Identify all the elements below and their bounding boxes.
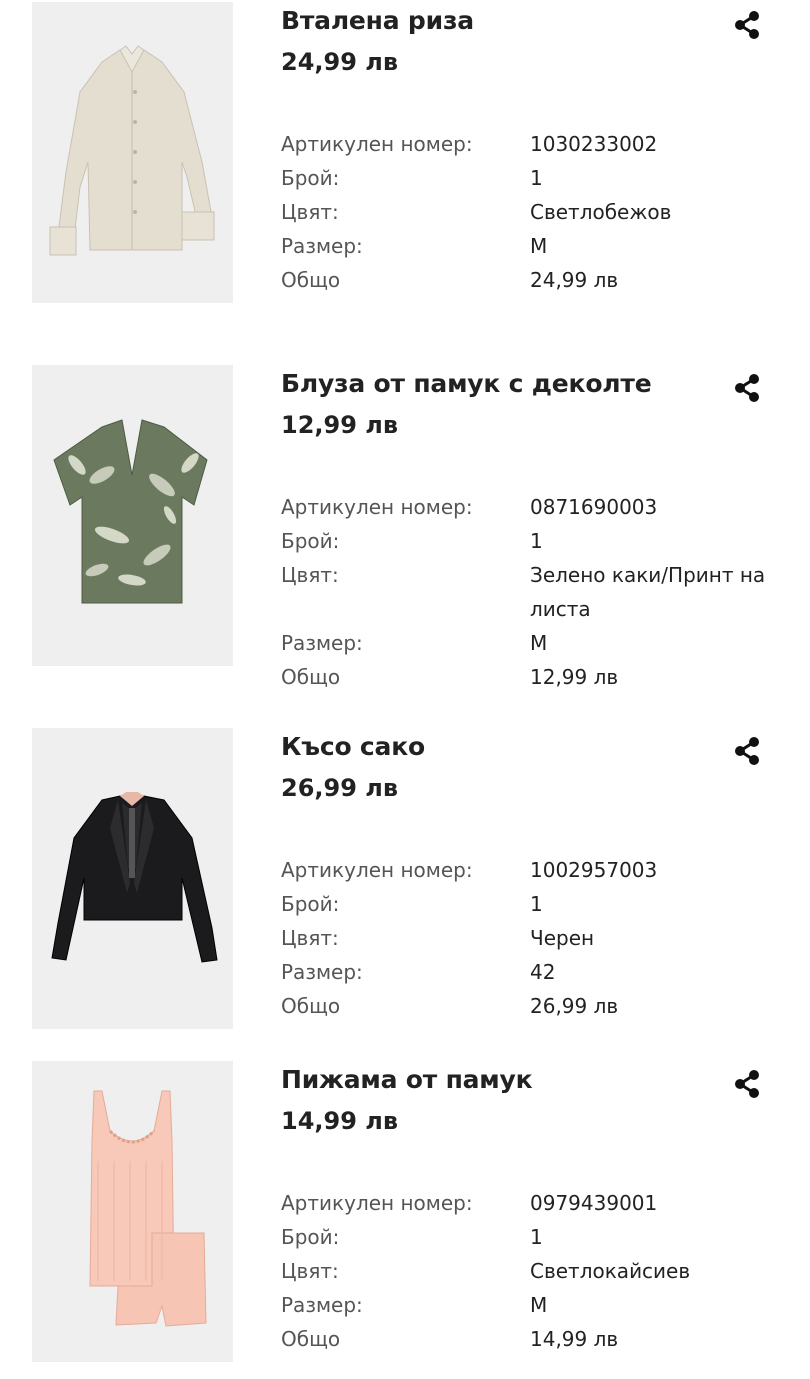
- product-image-cropped-blazer[interactable]: [32, 728, 233, 1029]
- detail-row-total: Общо 26,99 лв: [281, 994, 781, 1029]
- pyjama-illustration: [32, 1061, 233, 1362]
- label-color: Цвят:: [281, 926, 339, 950]
- value-quantity: 1: [530, 892, 543, 916]
- product-image-cotton-pyjamas[interactable]: [32, 1061, 233, 1362]
- product-title[interactable]: Блуза от памук с деколте: [281, 369, 652, 398]
- product-details: Артикулен номер: 1030233002 Брой: 1 Цвят…: [281, 132, 781, 303]
- label-total: Общо: [281, 1327, 341, 1351]
- label-total: Общо: [281, 268, 341, 292]
- value-size: M: [530, 1293, 548, 1317]
- label-size: Размер:: [281, 631, 363, 655]
- share-button[interactable]: [731, 735, 763, 767]
- value-size: 42: [530, 960, 556, 984]
- share-icon: [735, 1070, 759, 1098]
- value-article-number: 0871690003: [530, 495, 658, 519]
- blouse-illustration: [32, 365, 233, 666]
- value-quantity: 1: [530, 166, 543, 190]
- product-title[interactable]: Пижама от памук: [281, 1065, 533, 1094]
- value-article-number: 1002957003: [530, 858, 658, 882]
- product-image-cotton-blouse[interactable]: [32, 365, 233, 666]
- blazer-illustration: [32, 728, 233, 1029]
- detail-row-color: Цвят: Зелено каки/Принт на листа: [281, 563, 781, 632]
- value-size: M: [530, 631, 548, 655]
- share-icon: [735, 737, 759, 765]
- value-total: 26,99 лв: [530, 994, 619, 1018]
- value-color: Светлокайсиев: [530, 1259, 691, 1283]
- label-total: Общо: [281, 994, 341, 1018]
- product-price: 26,99 лв: [281, 774, 399, 802]
- share-icon: [735, 374, 759, 402]
- detail-row-total: Общо 14,99 лв: [281, 1327, 781, 1362]
- label-color: Цвят:: [281, 563, 339, 587]
- label-color: Цвят:: [281, 200, 339, 224]
- value-size: M: [530, 234, 548, 258]
- share-button[interactable]: [731, 1068, 763, 1100]
- value-total: 14,99 лв: [530, 1327, 619, 1351]
- label-size: Размер:: [281, 234, 363, 258]
- label-quantity: Брой:: [281, 1225, 340, 1249]
- share-button[interactable]: [731, 9, 763, 41]
- label-article-number: Артикулен номер:: [281, 858, 473, 882]
- detail-row-total: Общо 24,99 лв: [281, 268, 781, 303]
- value-quantity: 1: [530, 529, 543, 553]
- value-total: 24,99 лв: [530, 268, 619, 292]
- value-article-number: 1030233002: [530, 132, 658, 156]
- product-price: 14,99 лв: [281, 1107, 399, 1135]
- value-quantity: 1: [530, 1225, 543, 1249]
- product-details: Артикулен номер: 1002957003 Брой: 1 Цвят…: [281, 858, 781, 1029]
- value-color: Светлобежов: [530, 200, 672, 224]
- product-price: 24,99 лв: [281, 48, 399, 76]
- label-color: Цвят:: [281, 1259, 339, 1283]
- value-total: 12,99 лв: [530, 665, 619, 689]
- value-color: Зелено каки/Принт на листа: [530, 563, 766, 621]
- label-article-number: Артикулен номер:: [281, 132, 473, 156]
- product-details: Артикулен номер: 0871690003 Брой: 1 Цвят…: [281, 495, 781, 700]
- label-quantity: Брой:: [281, 166, 340, 190]
- product-details: Артикулен номер: 0979439001 Брой: 1 Цвят…: [281, 1191, 781, 1362]
- product-image-fitted-shirt[interactable]: [32, 2, 233, 303]
- value-article-number: 0979439001: [530, 1191, 658, 1215]
- share-button[interactable]: [731, 372, 763, 404]
- label-quantity: Брой:: [281, 529, 340, 553]
- label-article-number: Артикулен номер:: [281, 1191, 473, 1215]
- share-icon: [735, 11, 759, 39]
- label-total: Общо: [281, 665, 341, 689]
- label-size: Размер:: [281, 960, 363, 984]
- label-quantity: Брой:: [281, 892, 340, 916]
- value-color: Черен: [530, 926, 595, 950]
- product-title[interactable]: Вталена риза: [281, 6, 474, 35]
- shirt-illustration: [32, 2, 233, 303]
- label-size: Размер:: [281, 1293, 363, 1317]
- product-price: 12,99 лв: [281, 411, 399, 439]
- product-title[interactable]: Късо сако: [281, 732, 425, 761]
- detail-row-total: Общо 12,99 лв: [281, 665, 781, 700]
- label-article-number: Артикулен номер:: [281, 495, 473, 519]
